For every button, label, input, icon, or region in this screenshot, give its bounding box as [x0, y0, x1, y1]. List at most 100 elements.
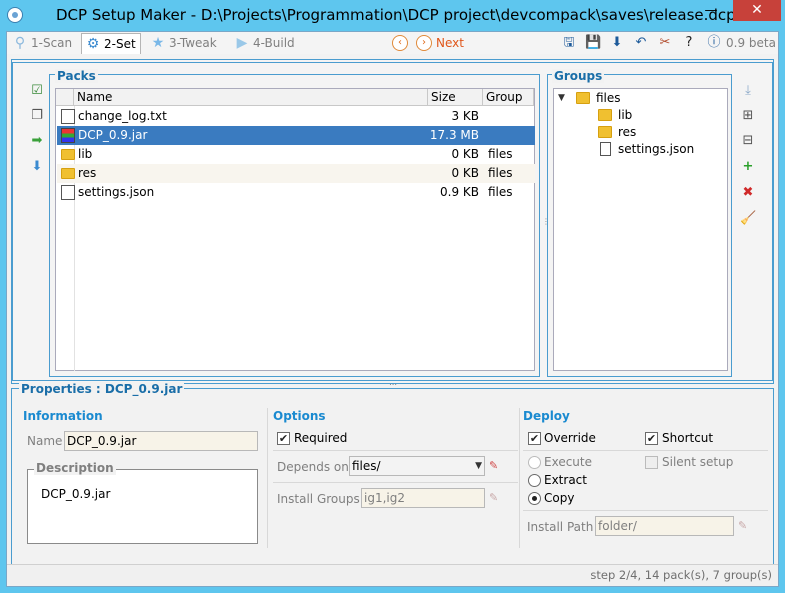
column-header-group[interactable]: Group [483, 89, 534, 106]
override-checkbox[interactable]: ✔ [528, 432, 541, 445]
copy-radio[interactable] [528, 492, 541, 505]
magnifier-icon: ⚲ [14, 35, 26, 51]
chevron-down-icon[interactable]: ▼ [475, 457, 482, 475]
next-arrow-button[interactable]: › [416, 35, 432, 51]
table-row[interactable]: lib 0 KB files [57, 145, 535, 164]
remove-group-icon[interactable]: ⊟ [740, 133, 756, 149]
info-icon[interactable]: ⓘ [706, 35, 722, 51]
tools-icon[interactable]: ✂ [657, 35, 673, 51]
row-name: res [78, 166, 97, 180]
row-name: lib [78, 147, 93, 161]
row-group: files [488, 185, 513, 199]
column-header-name[interactable]: Name [74, 89, 428, 106]
folder-icon [598, 109, 612, 121]
file-icon [61, 185, 75, 200]
folder-icon [61, 168, 75, 179]
close-button[interactable]: ✕ [733, 0, 781, 21]
clear-depends-icon[interactable]: ✎ [489, 460, 505, 472]
row-group: files [488, 166, 513, 180]
undo-icon[interactable]: ↶ [633, 35, 649, 51]
table-row[interactable]: res 0 KB files [57, 164, 535, 183]
folder-icon [598, 126, 612, 138]
divider [267, 408, 268, 548]
app-icon[interactable] [7, 7, 23, 23]
required-label[interactable]: Required [294, 431, 347, 445]
add-group-icon[interactable]: ⊞ [740, 108, 756, 124]
execute-radio[interactable] [528, 456, 541, 469]
tab-scan[interactable]: ⚲ 1-Scan [9, 33, 79, 54]
client-area: ⚲ 1-Scan ⚙ 2-Set ★ 3-Tweak ▶ 4-Build ‹ ›… [6, 31, 779, 587]
shortcut-checkbox[interactable]: ✔ [645, 432, 658, 445]
clear-install-path-icon[interactable]: ✎ [738, 520, 754, 532]
archive-icon [61, 128, 75, 143]
plus-icon[interactable]: + [740, 159, 756, 175]
tab-tweak-label: 3-Tweak [169, 36, 217, 50]
depends-on-select[interactable]: files/ ▼ [349, 456, 485, 476]
row-size: 3 KB [451, 109, 479, 123]
copy-icon[interactable]: ❐ [29, 108, 45, 124]
row-size: 17.3 MB [429, 128, 479, 142]
copy-label[interactable]: Copy [544, 491, 574, 505]
groups-tree[interactable]: ▼ files lib res settings.json [553, 88, 728, 371]
minimize-button[interactable]: — [697, 0, 725, 21]
save-icon[interactable]: 💾 [585, 35, 601, 51]
row-name: settings.json [78, 185, 155, 199]
depends-on-value: files/ [352, 459, 381, 473]
tab-set-label: 2-Set [104, 37, 136, 51]
help-icon[interactable]: ? [681, 35, 697, 51]
delete-icon[interactable]: ✖ [740, 185, 756, 201]
broom-icon[interactable]: 🧹 [740, 211, 756, 227]
description-legend: Description [34, 461, 116, 475]
save-as-icon[interactable]: 🖫 [561, 35, 577, 51]
install-path-label: Install Path [527, 520, 594, 534]
packs-table[interactable]: Name Size Group change_log.txt 3 KB DCP_… [55, 88, 535, 371]
text-file-icon [61, 109, 75, 124]
silent-setup-checkbox[interactable] [645, 456, 658, 469]
divider [523, 450, 768, 451]
import-icon[interactable]: ⤓ [740, 83, 756, 99]
tree-node-label: res [618, 125, 637, 139]
folder-icon [61, 149, 75, 160]
extract-label[interactable]: Extract [544, 473, 587, 487]
tree-node-label: lib [618, 108, 633, 122]
file-icon [600, 142, 611, 156]
table-row-selected[interactable]: DCP_0.9.jar 17.3 MB [57, 126, 535, 145]
expand-arrow-icon[interactable]: ▼ [558, 90, 565, 107]
required-checkbox[interactable]: ✔ [277, 432, 290, 445]
depends-on-label: Depends on [277, 460, 349, 474]
name-field[interactable]: DCP_0.9.jar [64, 431, 258, 451]
clear-install-groups-icon[interactable]: ✎ [489, 492, 505, 504]
table-row[interactable]: settings.json 0.9 KB files [57, 183, 535, 202]
packs-legend: Packs [55, 69, 98, 83]
description-box[interactable] [27, 469, 258, 544]
next-button-label[interactable]: Next [436, 36, 464, 50]
name-label: Name [27, 434, 63, 448]
install-groups-field[interactable]: ig1,ig2 [361, 488, 485, 508]
previous-button[interactable]: ‹ [392, 35, 408, 51]
column-header-size[interactable]: Size [428, 89, 483, 106]
row-size: 0.9 KB [440, 185, 479, 199]
folder-icon [576, 92, 590, 104]
row-size: 0 KB [451, 166, 479, 180]
download-icon[interactable]: ⬇ [609, 35, 625, 51]
extract-radio[interactable] [528, 474, 541, 487]
properties-legend: Properties : DCP_0.9.jar [19, 382, 185, 396]
install-path-field[interactable]: folder/ [595, 516, 734, 536]
select-all-icon[interactable]: ☑ [29, 83, 45, 99]
tab-build-label: 4-Build [253, 36, 295, 50]
override-label[interactable]: Override [544, 431, 596, 445]
status-text: step 2/4, 14 pack(s), 7 group(s) [590, 568, 772, 582]
arrow-right-icon[interactable]: ➡ [29, 133, 45, 149]
shortcut-label[interactable]: Shortcut [662, 431, 713, 445]
arrow-down-icon[interactable]: ⬇ [29, 159, 45, 175]
tab-tweak[interactable]: ★ 3-Tweak [147, 33, 227, 54]
version-label: 0.9 beta [726, 36, 776, 50]
tab-set[interactable]: ⚙ 2-Set [81, 33, 141, 54]
options-title: Options [273, 409, 326, 423]
tree-node-label: files [596, 91, 621, 105]
tab-build[interactable]: ▶ 4-Build [231, 33, 303, 54]
execute-label[interactable]: Execute [544, 455, 592, 469]
description-text[interactable]: DCP_0.9.jar [41, 487, 110, 501]
silent-setup-label[interactable]: Silent setup [662, 455, 733, 469]
table-row[interactable]: change_log.txt 3 KB [57, 107, 535, 126]
